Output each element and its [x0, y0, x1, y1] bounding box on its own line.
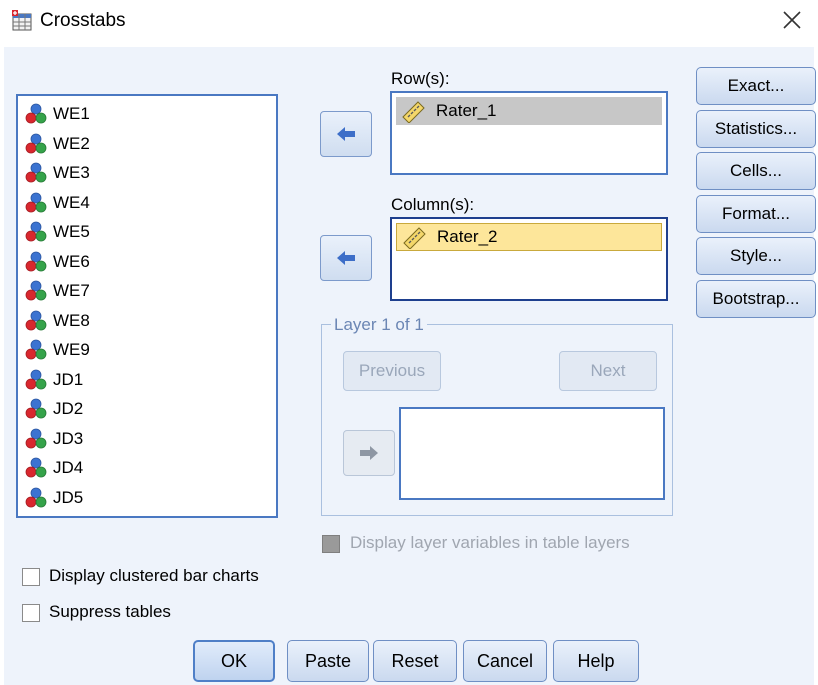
- ok-button[interactable]: OK: [193, 640, 275, 682]
- move-to-columns-button[interactable]: [320, 235, 372, 281]
- window-title: Crosstabs: [40, 10, 126, 31]
- previous-button[interactable]: Previous: [343, 351, 441, 391]
- variable-item-label: JD5: [53, 487, 84, 507]
- variable-item[interactable]: JD3: [24, 425, 83, 453]
- column-variable-item[interactable]: Rater_2: [396, 223, 662, 251]
- statistics-button[interactable]: Statistics...: [696, 109, 816, 148]
- layer-title: Layer 1 of 1: [331, 315, 427, 335]
- variable-item-label: JD3: [53, 428, 84, 448]
- nominal-variable-icon: [25, 457, 47, 478]
- rows-label: Row(s):: [391, 69, 450, 88]
- variable-item-label: JD4: [53, 458, 84, 477]
- columns-label: Column(s):: [391, 195, 475, 214]
- dialog-body: WE1 WE2 WE3 WE4 WE5 WE6 WE7 WE8 WE9 JD1 JD2 JD3 JD4 J…: [4, 47, 816, 685]
- variable-item-label: WE8: [53, 310, 90, 330]
- variable-item[interactable]: WE6: [24, 248, 90, 276]
- variable-item[interactable]: WE7: [24, 277, 90, 305]
- variable-item[interactable]: WE2: [24, 130, 90, 158]
- cells-button[interactable]: Cells...: [696, 152, 816, 190]
- variable-item-label: WE4: [53, 192, 90, 212]
- nominal-variable-icon: [25, 369, 47, 389]
- variable-list-items: WE1 WE2 WE3 WE4 WE5 WE6 WE7 WE8 WE9 JD1 JD2 JD3 JD4 J…: [18, 96, 276, 516]
- nominal-variable-icon: [25, 428, 47, 448]
- variable-item-label: JD1: [53, 369, 84, 389]
- arrow-right-icon: [337, 127, 355, 141]
- exact-button[interactable]: Exact...: [696, 67, 816, 105]
- reset-button[interactable]: Reset: [373, 640, 457, 682]
- variable-item[interactable]: WE3: [24, 159, 90, 187]
- nominal-variable-icon: [25, 162, 47, 183]
- columns-list[interactable]: Rater_2: [390, 217, 668, 301]
- ruler-icon: [403, 227, 426, 249]
- paste-button[interactable]: Paste: [287, 640, 369, 682]
- variable-item[interactable]: WE4: [24, 189, 90, 217]
- variable-item-label: WE3: [53, 163, 90, 182]
- variable-item[interactable]: WE5: [24, 218, 90, 246]
- display-layer-label: Display layer variables in table layers: [350, 533, 630, 552]
- title-bar: Crosstabs: [0, 0, 818, 44]
- variable-list-scrollbar[interactable]: [276, 96, 278, 516]
- clustered-bar-charts-checkbox[interactable]: [22, 568, 40, 586]
- variable-item-label: WE5: [53, 222, 90, 241]
- ruler-icon: [402, 101, 425, 123]
- nominal-variable-icon: [25, 221, 47, 242]
- arrow-right-icon: [337, 251, 355, 265]
- crosstabs-app-icon: [12, 10, 32, 31]
- nominal-variable-icon: [25, 487, 47, 507]
- nominal-variable-icon: [25, 280, 47, 301]
- variable-item-label: WE7: [53, 281, 90, 300]
- close-icon[interactable]: [780, 8, 804, 32]
- display-layer-checkbox[interactable]: [322, 535, 340, 553]
- cancel-button[interactable]: Cancel: [463, 640, 547, 682]
- help-button[interactable]: Help: [553, 640, 639, 682]
- format-button[interactable]: Format...: [696, 194, 816, 233]
- variable-item[interactable]: JD2: [24, 395, 83, 423]
- rows-list[interactable]: Rater_1: [390, 91, 668, 175]
- layer-list[interactable]: [399, 407, 665, 500]
- variable-item-label: WE1: [53, 104, 90, 123]
- nominal-variable-icon: [25, 133, 47, 153]
- clustered-bar-charts-label: Display clustered bar charts: [49, 566, 259, 585]
- suppress-tables-label: Suppress tables: [49, 602, 171, 621]
- variable-item[interactable]: WE9: [24, 336, 90, 364]
- variable-item[interactable]: JD5: [24, 484, 83, 512]
- suppress-tables-checkbox[interactable]: [22, 604, 40, 622]
- variable-item-label: WE2: [53, 133, 90, 153]
- nominal-variable-icon: [25, 192, 47, 212]
- variable-item[interactable]: WE8: [24, 307, 90, 335]
- variable-item[interactable]: JD1: [24, 366, 83, 394]
- variable-list[interactable]: WE1 WE2 WE3 WE4 WE5 WE6 WE7 WE8 WE9 JD1 JD2 JD3 JD4 J…: [16, 94, 278, 518]
- variable-item-label: WE6: [53, 251, 90, 271]
- nominal-variable-icon: [25, 103, 47, 124]
- move-to-layer-button[interactable]: [343, 430, 395, 476]
- nominal-variable-icon: [25, 398, 47, 419]
- arrow-right-icon: [360, 446, 378, 460]
- style-button[interactable]: Style...: [696, 237, 816, 275]
- next-button[interactable]: Next: [559, 351, 657, 391]
- move-to-rows-button[interactable]: [320, 111, 372, 157]
- row-variable-item[interactable]: Rater_1: [396, 97, 662, 125]
- nominal-variable-icon: [25, 310, 47, 330]
- nominal-variable-icon: [25, 339, 47, 360]
- variable-item-label: WE9: [53, 340, 90, 359]
- nominal-variable-icon: [25, 251, 47, 271]
- variable-item[interactable]: JD4: [24, 454, 83, 482]
- variable-item[interactable]: WE1: [24, 100, 90, 128]
- variable-item-label: JD2: [53, 399, 84, 418]
- bootstrap-button[interactable]: Bootstrap...: [696, 279, 816, 318]
